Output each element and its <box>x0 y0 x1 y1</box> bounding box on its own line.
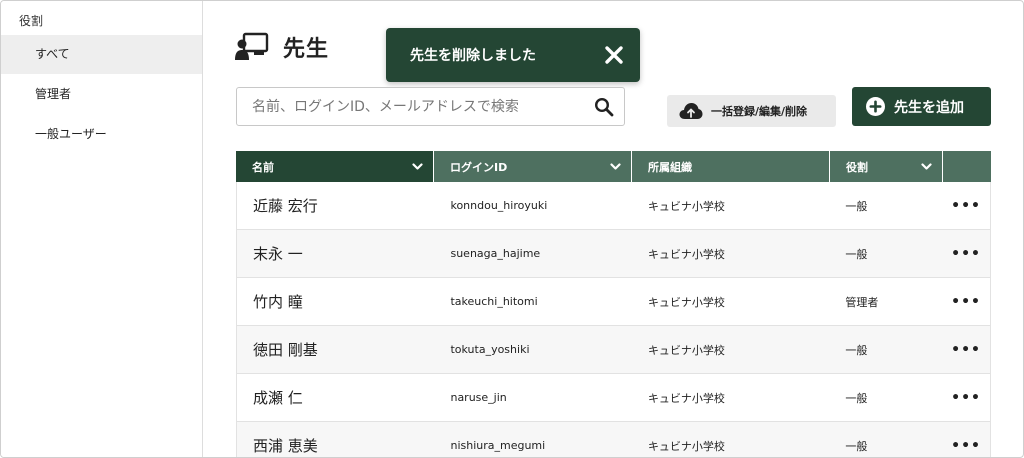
table-row[interactable]: 徳田 剛基 tokuta_yoshiki キュビナ小学校 一般 ••• <box>236 326 991 374</box>
column-header-label: ログインID <box>450 160 508 174</box>
column-header-login-id[interactable]: ログインID <box>434 151 632 182</box>
search-box <box>236 87 625 126</box>
cell-login-id: naruse_jin <box>450 391 507 404</box>
cell-role: 一般 <box>845 343 868 357</box>
table-row[interactable]: 近藤 宏行 konndou_hiroyuki キュビナ小学校 一般 ••• <box>236 182 991 230</box>
toast-notification: 先生を削除しました <box>386 28 640 82</box>
column-header-label: 名前 <box>252 160 274 174</box>
column-header-organization: 所属組織 <box>632 151 830 182</box>
chevron-down-icon[interactable] <box>610 161 621 172</box>
cell-login-id: takeuchi_hitomi <box>450 295 538 308</box>
cell-name: 徳田 剛基 <box>253 341 318 359</box>
table-header: 名前 ログインID 所属組織 役割 <box>236 151 991 182</box>
table-row[interactable]: 成瀬 仁 naruse_jin キュビナ小学校 一般 ••• <box>236 374 991 422</box>
sidebar: 役割 すべて 管理者 一般ユーザー <box>1 1 203 457</box>
search-icon[interactable] <box>594 97 614 117</box>
cell-name: 西浦 恵美 <box>253 437 318 455</box>
page-title: 先生 <box>283 37 330 62</box>
table-row[interactable]: 西浦 恵美 nishiura_megumi キュビナ小学校 一般 ••• <box>236 422 991 457</box>
sidebar-item-general-user[interactable]: 一般ユーザー <box>1 115 202 154</box>
chevron-down-icon[interactable] <box>921 161 932 172</box>
plus-circle-icon <box>866 97 885 116</box>
cell-organization: キュビナ小学校 <box>647 439 725 453</box>
more-options-icon: ••• <box>951 293 981 310</box>
row-menu-button[interactable]: ••• <box>942 326 990 373</box>
more-options-icon: ••• <box>951 341 981 358</box>
add-teacher-label: 先生を追加 <box>894 99 964 116</box>
column-header-role[interactable]: 役割 <box>830 151 943 182</box>
column-header-label: 役割 <box>846 160 868 174</box>
bulk-edit-button[interactable]: 一括登録/編集/削除 <box>667 95 836 127</box>
cell-name: 竹内 瞳 <box>253 293 303 311</box>
row-menu-button[interactable]: ••• <box>942 422 990 457</box>
toast-message: 先生を削除しました <box>410 48 536 64</box>
cell-organization: キュビナ小学校 <box>647 199 725 213</box>
cell-role: 一般 <box>845 247 868 261</box>
teacher-table: 名前 ログインID 所属組織 役割 近藤 宏行 konndou_hiroyuki… <box>236 151 991 457</box>
table-row[interactable]: 竹内 瞳 takeuchi_hitomi キュビナ小学校 管理者 ••• <box>236 278 991 326</box>
table-row[interactable]: 末永 一 suenaga_hajime キュビナ小学校 一般 ••• <box>236 230 991 278</box>
cell-login-id: tokuta_yoshiki <box>450 343 530 356</box>
cell-role: 一般 <box>845 439 868 453</box>
app-window: 役割 すべて 管理者 一般ユーザー 先生 先生を削除しました 名前、ログインID… <box>0 0 1024 458</box>
cell-login-id: konndou_hiroyuki <box>450 199 548 212</box>
row-menu-button[interactable]: ••• <box>942 278 990 325</box>
column-header-name[interactable]: 名前 <box>236 151 434 182</box>
sidebar-item-admin[interactable]: 管理者 <box>1 75 202 114</box>
cell-organization: キュビナ小学校 <box>647 343 725 357</box>
bulk-edit-label: 一括登録/編集/削除 <box>711 105 808 118</box>
cell-name: 成瀬 仁 <box>253 389 303 407</box>
cell-login-id: suenaga_hajime <box>450 247 541 260</box>
cell-organization: キュビナ小学校 <box>647 295 725 309</box>
search-input[interactable] <box>237 88 577 125</box>
more-options-icon: ••• <box>951 389 981 406</box>
column-header-actions <box>943 151 991 182</box>
more-options-icon: ••• <box>951 245 981 262</box>
close-icon[interactable] <box>602 43 626 67</box>
add-teacher-button[interactable]: 先生を追加 <box>852 87 991 126</box>
cell-name: 近藤 宏行 <box>253 197 318 215</box>
row-menu-button[interactable]: ••• <box>942 230 990 277</box>
column-header-label: 所属組織 <box>648 160 692 174</box>
cell-name: 末永 一 <box>253 245 303 263</box>
page-header: 先生 <box>235 30 329 64</box>
teacher-board-icon <box>235 32 269 60</box>
row-menu-button[interactable]: ••• <box>942 182 990 229</box>
more-options-icon: ••• <box>951 197 981 214</box>
sidebar-item-all[interactable]: すべて <box>1 35 202 74</box>
cell-role: 一般 <box>845 391 868 405</box>
cell-organization: キュビナ小学校 <box>647 391 725 405</box>
cell-role: 管理者 <box>845 295 879 309</box>
cell-login-id: nishiura_megumi <box>450 439 546 452</box>
chevron-down-icon[interactable] <box>412 161 423 172</box>
row-menu-button[interactable]: ••• <box>942 374 990 421</box>
cell-role: 一般 <box>845 199 868 213</box>
cell-organization: キュビナ小学校 <box>647 247 725 261</box>
cloud-upload-icon <box>679 103 703 119</box>
more-options-icon: ••• <box>951 437 981 454</box>
sidebar-header: 役割 <box>19 14 44 28</box>
